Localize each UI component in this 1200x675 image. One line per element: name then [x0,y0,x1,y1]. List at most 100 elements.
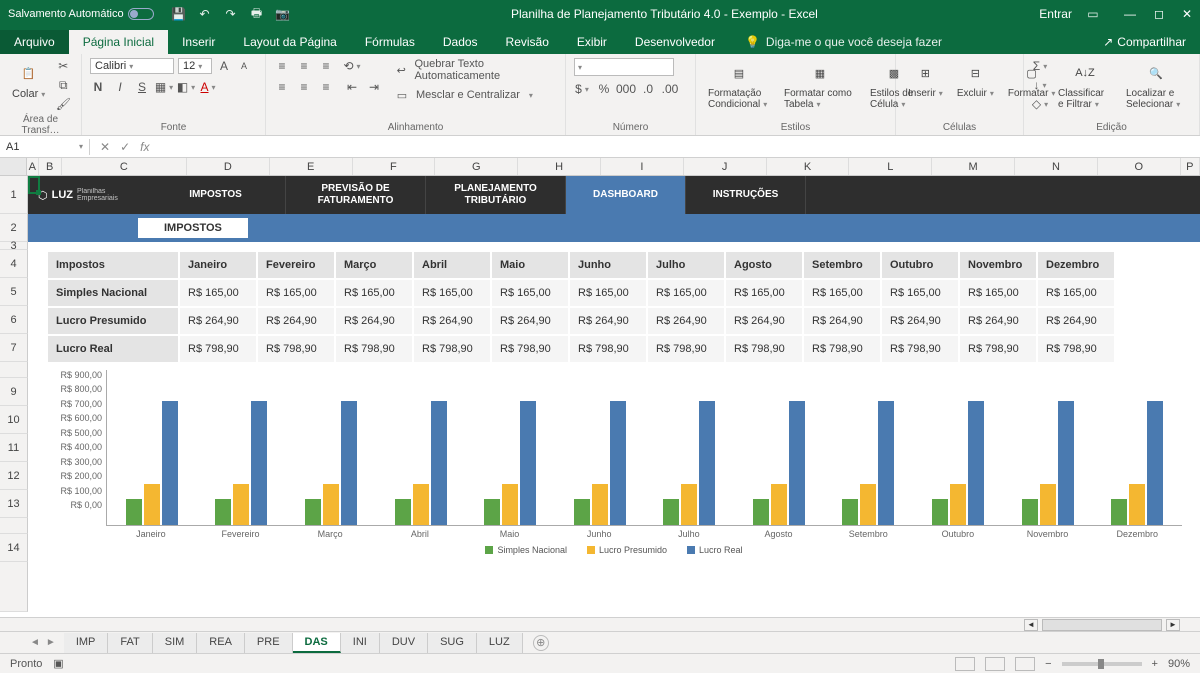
ribbon-tab-desenvolvedor[interactable]: Desenvolvedor [621,30,729,54]
align-center-icon[interactable]: ≡ [296,79,312,95]
section-tab-impostos[interactable]: IMPOSTOS [138,218,248,238]
page-break-view-icon[interactable] [1015,657,1035,671]
scroll-left-icon[interactable]: ◄ [1024,619,1038,631]
ribbon-tab-inserir[interactable]: Inserir [168,30,229,54]
shrink-font-icon[interactable]: A [236,58,252,74]
formula-input[interactable] [159,145,1200,149]
file-tab[interactable]: Arquivo [0,30,69,54]
tab-nav-prev-icon[interactable]: ◄ [30,637,40,648]
zoom-slider[interactable] [1062,662,1142,666]
fill-color-icon[interactable]: ◧ [178,79,194,95]
sheet-tab-das[interactable]: DAS [293,633,341,653]
row-header[interactable]: 1 [0,176,28,214]
zoom-level[interactable]: 90% [1168,658,1190,670]
decrease-decimal-icon[interactable]: .00 [662,81,678,97]
nav-previsão-de-faturamento[interactable]: PREVISÃO DE FATURAMENTO [286,176,426,214]
merge-center-button[interactable]: ▭Mesclar e Centralizar [394,87,557,103]
comma-icon[interactable]: 000 [618,81,634,97]
grow-font-icon[interactable]: A [216,58,232,74]
wrap-text-button[interactable]: ↩Quebrar Texto Automaticamente [394,58,557,82]
signin-link[interactable]: Entrar [1039,7,1072,21]
increase-decimal-icon[interactable]: .0 [640,81,656,97]
sheet-tab-sug[interactable]: SUG [428,633,477,653]
font-size-select[interactable]: 12 [178,58,212,74]
tell-me-search[interactable]: 💡 Diga-me o que você deseja fazer [745,30,942,54]
undo-icon[interactable]: ↶ [198,7,212,21]
conditional-format-button[interactable]: ▤Formatação Condicional [704,58,774,112]
macro-record-icon[interactable]: ▣ [50,656,66,672]
italic-icon[interactable]: I [112,79,128,95]
align-bottom-icon[interactable]: ≡ [318,58,334,74]
print-icon[interactable]: 🖶 [250,7,264,21]
row-header[interactable]: 14 [0,534,28,562]
normal-view-icon[interactable] [955,657,975,671]
ribbon-tab-revisão[interactable]: Revisão [492,30,563,54]
column-header[interactable]: A [27,158,39,175]
autosave-toggle[interactable]: Salvamento Automático [8,8,154,20]
clear-icon[interactable]: ◇ [1032,96,1048,112]
horizontal-scrollbar[interactable]: ◄ ► [0,617,1200,631]
format-painter-icon[interactable]: 🖌 [55,96,71,112]
share-button[interactable]: ↗ Compartilhar [1089,30,1200,54]
column-header[interactable]: K [767,158,850,175]
camera-icon[interactable]: 📷 [276,7,290,21]
close-icon[interactable]: ✕ [1182,7,1192,21]
column-header[interactable]: P [1181,158,1200,175]
column-header[interactable]: G [435,158,518,175]
row-header[interactable] [0,518,28,534]
maximize-icon[interactable]: ◻ [1154,7,1164,21]
outdent-icon[interactable]: ⇤ [344,79,360,95]
row-header[interactable] [0,362,28,378]
row-header[interactable]: 2 [0,214,28,242]
spreadsheet-grid[interactable]: ABCDEFGHIJKLMNOP 123456791011121314 ⬡ LU… [0,158,1200,617]
currency-icon[interactable]: $ [574,81,590,97]
column-header[interactable]: L [849,158,932,175]
nav-dashboard[interactable]: DASHBOARD [566,176,686,214]
nav-planejamento-tributário[interactable]: PLANEJAMENTO TRIBUTÁRIO [426,176,566,214]
ribbon-tab-página-inicial[interactable]: Página Inicial [69,30,168,54]
sheet-tab-pre[interactable]: PRE [245,633,293,653]
nav-impostos[interactable]: IMPOSTOS [146,176,286,214]
find-select-button[interactable]: 🔍Localizar e Selecionar [1122,58,1190,112]
column-header[interactable]: E [270,158,353,175]
row-header[interactable]: 10 [0,406,28,434]
nav-instruções[interactable]: INSTRUÇÕES [686,176,806,214]
orientation-icon[interactable]: ⟲ [344,58,360,74]
row-header[interactable]: 9 [0,378,28,406]
autosum-icon[interactable]: Σ [1032,58,1048,74]
zoom-out-icon[interactable]: − [1045,658,1051,670]
zoom-in-icon[interactable]: + [1152,658,1158,670]
ribbon-tab-layout-da-página[interactable]: Layout da Página [229,30,350,54]
sheet-tab-luz[interactable]: LUZ [477,633,523,653]
save-icon[interactable]: 💾 [172,7,186,21]
bold-icon[interactable]: N [90,79,106,95]
name-box[interactable]: A1▾ [0,139,90,155]
align-top-icon[interactable]: ≡ [274,58,290,74]
row-header[interactable]: 12 [0,462,28,490]
column-header[interactable]: D [187,158,270,175]
column-header[interactable]: M [932,158,1015,175]
sort-filter-button[interactable]: A↓ZClassificar e Filtrar [1054,58,1116,112]
cut-icon[interactable]: ✂ [55,58,71,74]
align-middle-icon[interactable]: ≡ [296,58,312,74]
column-header[interactable]: N [1015,158,1098,175]
sheet-tab-imp[interactable]: IMP [64,633,109,653]
copy-icon[interactable]: ⧉ [55,77,71,93]
align-left-icon[interactable]: ≡ [274,79,290,95]
indent-icon[interactable]: ⇥ [366,79,382,95]
row-header[interactable] [0,562,28,612]
ribbon-tab-exibir[interactable]: Exibir [563,30,621,54]
fx-icon[interactable]: fx [140,140,149,154]
ribbon-tab-dados[interactable]: Dados [429,30,492,54]
paste-button[interactable]: 📋 Colar [8,58,49,102]
scroll-right-icon[interactable]: ► [1166,619,1180,631]
number-format-select[interactable] [574,58,674,76]
column-header[interactable]: I [601,158,684,175]
row-header[interactable]: 11 [0,434,28,462]
page-layout-view-icon[interactable] [985,657,1005,671]
column-header[interactable]: J [684,158,767,175]
align-right-icon[interactable]: ≡ [318,79,334,95]
sheet-tab-ini[interactable]: INI [341,633,380,653]
row-header[interactable]: 7 [0,334,28,362]
row-header[interactable]: 4 [0,250,28,278]
